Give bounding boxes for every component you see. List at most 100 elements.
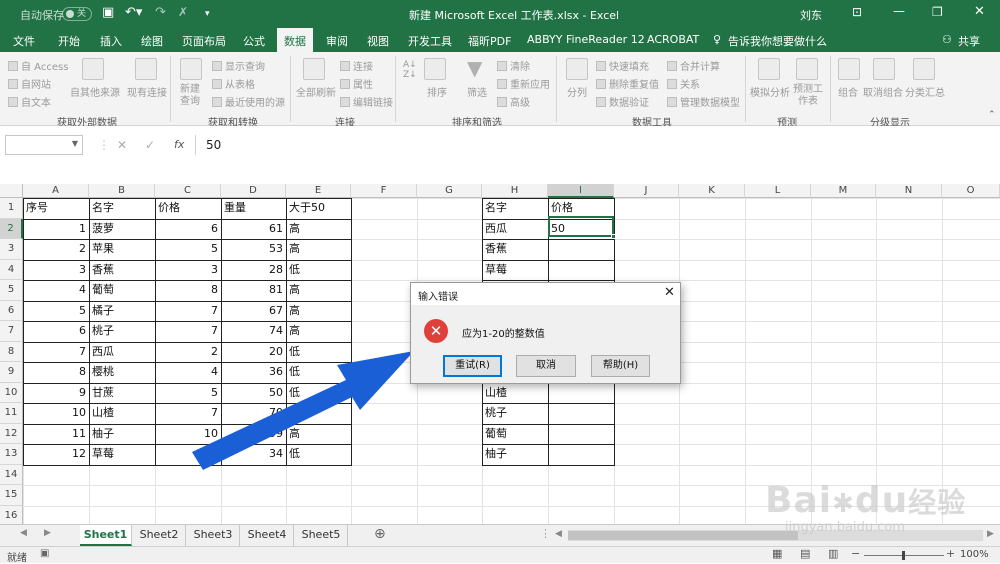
table1-cell[interactable]: 苹果 — [89, 239, 155, 260]
table2-cell[interactable] — [548, 424, 614, 445]
table1-cell[interactable]: 6 — [23, 321, 89, 342]
flash-fill-button[interactable]: 快速填充 — [596, 58, 649, 73]
existing-connections-button[interactable]: 现有连接 — [127, 84, 167, 99]
zoom-out-icon[interactable]: − — [851, 547, 860, 560]
tab-home[interactable]: 开始 — [58, 33, 80, 49]
table1-header-cell[interactable]: 价格 — [155, 198, 221, 219]
table1-cell[interactable]: 3 — [23, 260, 89, 281]
close-icon[interactable]: ✕ — [664, 285, 675, 300]
name-box[interactable]: ▼ — [5, 135, 83, 155]
row-header[interactable]: 15 — [0, 485, 23, 506]
table1-cell[interactable]: 99 — [221, 424, 286, 445]
table1-cell[interactable]: 3 — [155, 260, 221, 281]
sheet-tab-1[interactable]: Sheet1 — [80, 525, 132, 546]
remove-duplicates-button[interactable]: 删除重复值 — [596, 76, 659, 91]
zoom-slider-thumb[interactable] — [902, 551, 905, 560]
table2-cell[interactable]: 桃子 — [482, 403, 548, 424]
sheet-tab-5[interactable]: Sheet5 — [295, 525, 348, 546]
table1-cell[interactable]: 香蕉 — [89, 260, 155, 281]
from-access-button[interactable]: 自 Access — [8, 58, 68, 73]
table1-cell[interactable]: 34 — [221, 444, 286, 465]
close-icon[interactable]: ✕ — [974, 4, 985, 19]
page-break-view-icon[interactable]: ▥ — [828, 547, 838, 560]
ungroup-button[interactable]: 取消组合 — [863, 84, 903, 99]
row-header[interactable]: 7 — [0, 321, 23, 342]
from-table-button[interactable]: 从表格 — [212, 76, 255, 91]
table1-cell[interactable]: 12 — [23, 444, 89, 465]
save-icon[interactable]: ▣ — [102, 5, 114, 20]
tab-foxit-pdf[interactable]: 福昕PDF — [468, 33, 511, 49]
table1-cell[interactable]: 高 — [286, 321, 351, 342]
table1-cell[interactable]: 低 — [286, 362, 351, 383]
ribbon-options-icon[interactable]: ⊡ — [852, 5, 862, 19]
column-header[interactable]: F — [351, 184, 417, 198]
table1-cell[interactable]: 8 — [23, 362, 89, 383]
hscroll-left-icon[interactable]: ◀ — [555, 529, 562, 539]
table1-cell[interactable]: 61 — [221, 219, 286, 240]
row-header[interactable]: 9 — [0, 362, 23, 383]
collapse-ribbon-icon[interactable]: ⌃ — [988, 110, 996, 120]
table1-cell[interactable]: 7 — [155, 321, 221, 342]
redo-icon[interactable]: ↷ — [155, 5, 166, 20]
scroll-left-icon[interactable]: ◀ — [20, 528, 27, 538]
table2-cell[interactable] — [548, 260, 614, 281]
edit-links-button[interactable]: 编辑链接 — [340, 94, 393, 109]
row-header[interactable]: 8 — [0, 341, 23, 362]
row-header[interactable]: 11 — [0, 403, 23, 424]
table1-cell[interactable]: 2 — [155, 342, 221, 363]
tab-file[interactable]: 文件 — [13, 33, 35, 49]
column-header[interactable]: G — [417, 184, 482, 198]
hscroll-right-icon[interactable]: ▶ — [987, 529, 994, 539]
active-cell-selection[interactable] — [548, 216, 616, 239]
properties-button[interactable]: 属性 — [340, 76, 373, 91]
row-header[interactable]: 5 — [0, 280, 23, 301]
table1-cell[interactable]: 20 — [221, 342, 286, 363]
consolidate-button[interactable]: 合并计算 — [667, 58, 720, 73]
table1-header-cell[interactable]: 名字 — [89, 198, 155, 219]
table1-cell[interactable]: 8 — [155, 280, 221, 301]
autosave-toggle[interactable]: 关 — [62, 7, 92, 21]
row-header[interactable]: 6 — [0, 300, 23, 321]
table1-cell[interactable]: 53 — [221, 239, 286, 260]
row-header[interactable]: 1 — [0, 198, 23, 219]
table2-cell[interactable] — [548, 403, 614, 424]
table1-cell[interactable]: 高 — [286, 239, 351, 260]
row-header[interactable]: 4 — [0, 259, 23, 280]
text-to-columns-button[interactable]: 分列 — [567, 84, 587, 99]
table1-cell[interactable]: 28 — [221, 260, 286, 281]
show-queries-button[interactable]: 显示查询 — [212, 58, 265, 73]
formula-input[interactable]: 50 — [206, 138, 221, 152]
table1-cell[interactable]: 5 — [23, 301, 89, 322]
table2-cell[interactable]: 草莓 — [482, 260, 548, 281]
table1-cell[interactable]: 葡萄 — [89, 280, 155, 301]
what-if-button[interactable]: 模拟分析 — [750, 84, 790, 99]
sort-button[interactable]: 排序 — [427, 84, 447, 99]
add-sheet-icon[interactable]: ⊕ — [374, 526, 386, 542]
table1-cell[interactable]: 36 — [221, 362, 286, 383]
row-header[interactable]: 12 — [0, 423, 23, 444]
table2-cell[interactable] — [548, 444, 614, 465]
tab-abbyy[interactable]: ABBYY FineReader 12 — [527, 33, 645, 46]
table1-cell[interactable]: 草莓 — [89, 444, 155, 465]
connections-button[interactable]: 连接 — [340, 58, 373, 73]
page-layout-view-icon[interactable]: ▤ — [800, 547, 810, 560]
table1-cell[interactable]: 甘蔗 — [89, 383, 155, 404]
row-header[interactable]: 10 — [0, 382, 23, 403]
row-header[interactable]: 2 — [0, 218, 23, 239]
column-header[interactable]: B — [89, 184, 155, 198]
undo-icon[interactable]: ↶▾ — [125, 5, 142, 20]
clear-button[interactable]: 清除 — [497, 58, 530, 73]
column-header[interactable]: L — [745, 184, 811, 198]
tab-data[interactable]: 数据 — [277, 28, 313, 52]
table1-cell[interactable]: 74 — [221, 321, 286, 342]
tab-insert[interactable]: 插入 — [100, 33, 122, 49]
tab-page-layout[interactable]: 页面布局 — [182, 33, 226, 49]
table1-cell[interactable]: 柚子 — [89, 424, 155, 445]
table1-cell[interactable]: 4 — [155, 362, 221, 383]
table1-cell[interactable]: 7 — [155, 301, 221, 322]
table2-cell[interactable]: 香蕉 — [482, 239, 548, 260]
from-text-button[interactable]: 自文本 — [8, 94, 51, 109]
recent-sources-button[interactable]: 最近使用的源 — [212, 94, 285, 109]
column-header[interactable]: I — [548, 184, 614, 198]
column-header[interactable]: C — [155, 184, 221, 198]
